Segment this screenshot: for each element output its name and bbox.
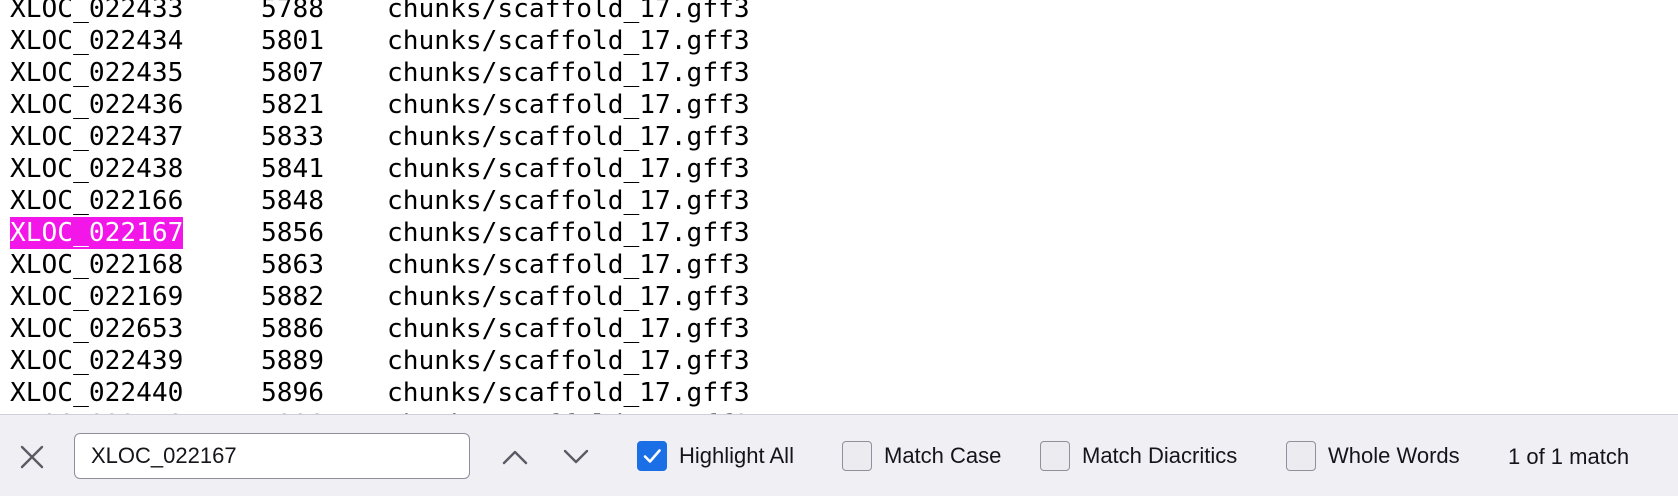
find-previous-button[interactable] xyxy=(495,437,535,477)
line-id: XLOC_022169 xyxy=(10,282,184,312)
line-number: 5833 xyxy=(261,122,325,152)
line-id: XLOC_022440 xyxy=(10,378,184,408)
line-number: 5886 xyxy=(261,314,325,344)
match-diacritics-checkbox[interactable]: Match Diacritics xyxy=(1040,440,1237,472)
match-case-checkbox[interactable]: Match Case xyxy=(842,440,1001,472)
line-number: 5863 xyxy=(261,250,325,280)
find-input[interactable] xyxy=(74,433,470,479)
line-id: XLOC_022439 xyxy=(10,346,184,376)
line-id: XLOC_022436 xyxy=(10,90,184,120)
line-id: XLOC_022434 xyxy=(10,26,184,56)
line-number: 5896 xyxy=(261,378,325,408)
checkmark-icon xyxy=(643,449,661,463)
line-id: XLOC_022653 xyxy=(10,314,184,344)
line-path: chunks/scaffold_17.gff3 xyxy=(387,282,750,312)
line-path: chunks/scaffold_17.gff3 xyxy=(387,90,750,120)
match-case-label: Match Case xyxy=(884,443,1002,468)
chevron-down-icon xyxy=(563,449,589,464)
whole-words-checkbox[interactable]: Whole Words xyxy=(1286,440,1460,472)
line-id: XLOC_022435 xyxy=(10,58,184,88)
line-path: chunks/scaffold_17.gff3 xyxy=(387,378,750,408)
line-path: chunks/scaffold_17.gff3 xyxy=(387,0,750,24)
line-number: 5821 xyxy=(261,90,325,120)
highlighted-match: XLOC_022167 xyxy=(10,217,184,249)
line-id: XLOC_022166 xyxy=(10,186,184,216)
line-number: 5801 xyxy=(261,26,325,56)
chevron-up-icon xyxy=(502,450,528,465)
line-path: chunks/scaffold_17.gff3 xyxy=(387,154,750,184)
line-id: XLOC_022438 xyxy=(10,154,184,184)
line-path: chunks/scaffold_17.gff3 xyxy=(387,186,750,216)
line-number: 5882 xyxy=(261,282,325,312)
line-path: chunks/scaffold_17.gff3 xyxy=(387,122,750,152)
whole-words-label: Whole Words xyxy=(1328,443,1460,468)
whole-words-box[interactable] xyxy=(1286,441,1316,471)
line-number: 5856 xyxy=(261,218,325,248)
line-path: chunks/scaffold_17.gff3 xyxy=(387,250,750,280)
highlight-all-box[interactable] xyxy=(637,441,667,471)
close-icon xyxy=(20,445,44,469)
highlight-all-label: Highlight All xyxy=(679,443,794,468)
close-find-button[interactable] xyxy=(14,439,50,475)
line-path: chunks/scaffold_17.gff3 xyxy=(387,26,750,56)
line-number: 5788 xyxy=(261,0,325,24)
line-path: chunks/scaffold_17.gff3 xyxy=(387,218,750,248)
line-number: 5848 xyxy=(261,186,325,216)
line-id: XLOC_022433 xyxy=(10,0,184,24)
find-next-button[interactable] xyxy=(556,437,596,477)
match-diacritics-box[interactable] xyxy=(1040,441,1070,471)
line-path: chunks/scaffold_17.gff3 xyxy=(387,346,750,376)
line-path: chunks/scaffold_17.gff3 xyxy=(387,58,750,88)
line-id: XLOC_022168 xyxy=(10,250,184,280)
highlight-all-checkbox[interactable]: Highlight All xyxy=(637,440,794,472)
line-number: 5889 xyxy=(261,346,325,376)
match-diacritics-label: Match Diacritics xyxy=(1082,443,1238,468)
line-number: 5807 xyxy=(261,58,325,88)
document-view: XLOC_022433 5788 chunks/scaffold_17.gff3 XL… xyxy=(0,0,1678,414)
line-id: XLOC_022437 xyxy=(10,122,184,152)
line-number: 5841 xyxy=(261,154,325,184)
match-count-status: 1 of 1 match xyxy=(1508,444,1630,469)
find-bar: Highlight All Match Case Match Diacritic… xyxy=(0,414,1678,496)
line-path: chunks/scaffold_17.gff3 xyxy=(387,314,750,344)
match-case-box[interactable] xyxy=(842,441,872,471)
